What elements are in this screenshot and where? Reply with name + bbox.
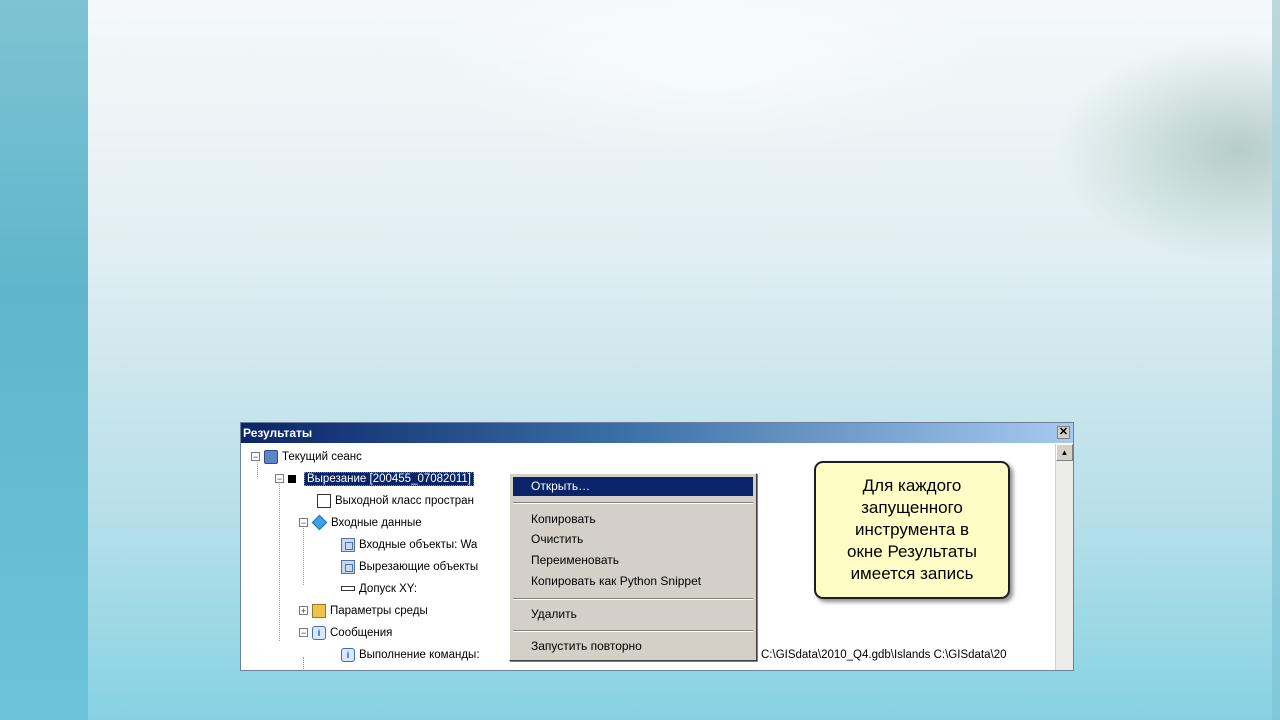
results-window-titlebar[interactable]: Результаты ✕ [241, 423, 1073, 443]
tool-status-icon [288, 474, 296, 483]
callout-line: инструмента в [854, 520, 970, 539]
collapse-icon[interactable]: − [251, 452, 260, 462]
tree-item-label: Сообщения [330, 627, 393, 639]
info-icon: i [341, 647, 355, 662]
tree-line [303, 525, 304, 585]
callout-line: запущенного [861, 498, 963, 517]
tree-item-label: Входные объекты: Wa [359, 539, 478, 551]
tree-item-clip-objects[interactable]: Вырезающие объекты [341, 557, 478, 577]
parameter-icon [341, 586, 355, 592]
expand-icon[interactable]: + [299, 606, 308, 616]
output-class-icon [317, 493, 331, 508]
close-button[interactable]: ✕ [1057, 426, 1070, 439]
tree-item-command[interactable]: i Выполнение команды: [341, 645, 480, 665]
tree-item-label: Параметры среды [330, 605, 428, 617]
tree-item-messages[interactable]: − i Сообщения [299, 623, 392, 643]
info-icon: i [312, 625, 326, 640]
tree-item-input-data[interactable]: − Входные данные [299, 513, 422, 533]
tree-item-tool[interactable]: − Вырезание [200455_07082011] [275, 469, 474, 489]
vertical-scrollbar[interactable]: ▲ [1055, 444, 1073, 670]
collapse-icon[interactable]: − [299, 518, 308, 528]
menu-item-copy-python-snippet[interactable]: Копировать как Python Snippet [513, 572, 753, 591]
tree-line [279, 481, 280, 641]
tree-item-label: Выходной класс простран [335, 495, 474, 507]
input-data-icon [311, 515, 328, 531]
results-session-icon [264, 449, 278, 464]
slide-right-band [1272, 0, 1280, 720]
command-path-text: C:\GISdata\2010_Q4.gdb\Islands C:\GISdat… [761, 649, 1007, 661]
collapse-icon[interactable]: − [299, 628, 308, 638]
tree-item-env-params[interactable]: + Параметры среды [299, 601, 428, 621]
tree-item-label: Вырезающие объекты [359, 561, 479, 573]
tree-item-label: Выполнение команды: [359, 649, 480, 661]
scroll-up-icon[interactable]: ▲ [1056, 444, 1073, 461]
menu-separator [513, 598, 753, 600]
menu-separator [513, 630, 753, 632]
menu-item-clear[interactable]: Очистить [513, 530, 753, 549]
callout-line: имеется запись [850, 564, 974, 583]
menu-item-delete[interactable]: Удалить [513, 605, 753, 624]
tree-item-input-objects[interactable]: Входные объекты: Wa [341, 535, 477, 555]
context-menu: Открыть… Копировать Очистить Переименова… [509, 473, 757, 661]
environment-icon [312, 603, 326, 618]
menu-item-rerun[interactable]: Запустить повторно [513, 637, 753, 656]
tree-item-label: Текущий сеанс [282, 451, 362, 463]
tree-item-output-class[interactable]: Выходной класс простран [317, 491, 474, 511]
callout-note: Для каждого запущенного инструмента в ок… [814, 461, 1010, 599]
tree-line [303, 657, 304, 670]
slide-left-band [0, 0, 88, 720]
tree-item-command-tail: C:\GISdata\2010_Q4.gdb\Islands C:\GISdat… [761, 645, 1007, 665]
menu-separator [513, 502, 753, 504]
dataset-icon [341, 537, 355, 552]
results-window-title: Результаты [243, 426, 313, 440]
tree-item-label: Входные данные [331, 517, 422, 529]
callout-line: Для каждого [862, 476, 962, 495]
callout-line: окне Результаты [847, 542, 977, 561]
menu-item-rename[interactable]: Переименовать [513, 551, 753, 570]
dataset-icon [341, 559, 355, 574]
tree-item-label: Вырезание [200455_07082011] [304, 472, 474, 486]
collapse-icon[interactable]: − [275, 474, 284, 484]
tree-item-label: Допуск XY: [359, 583, 418, 595]
menu-item-open[interactable]: Открыть… [513, 477, 753, 496]
tree-item-session[interactable]: − Текущий сеанс [251, 447, 362, 467]
tree-item-xy-tolerance[interactable]: Допуск XY: [341, 579, 417, 599]
menu-item-copy[interactable]: Копировать [513, 510, 753, 529]
